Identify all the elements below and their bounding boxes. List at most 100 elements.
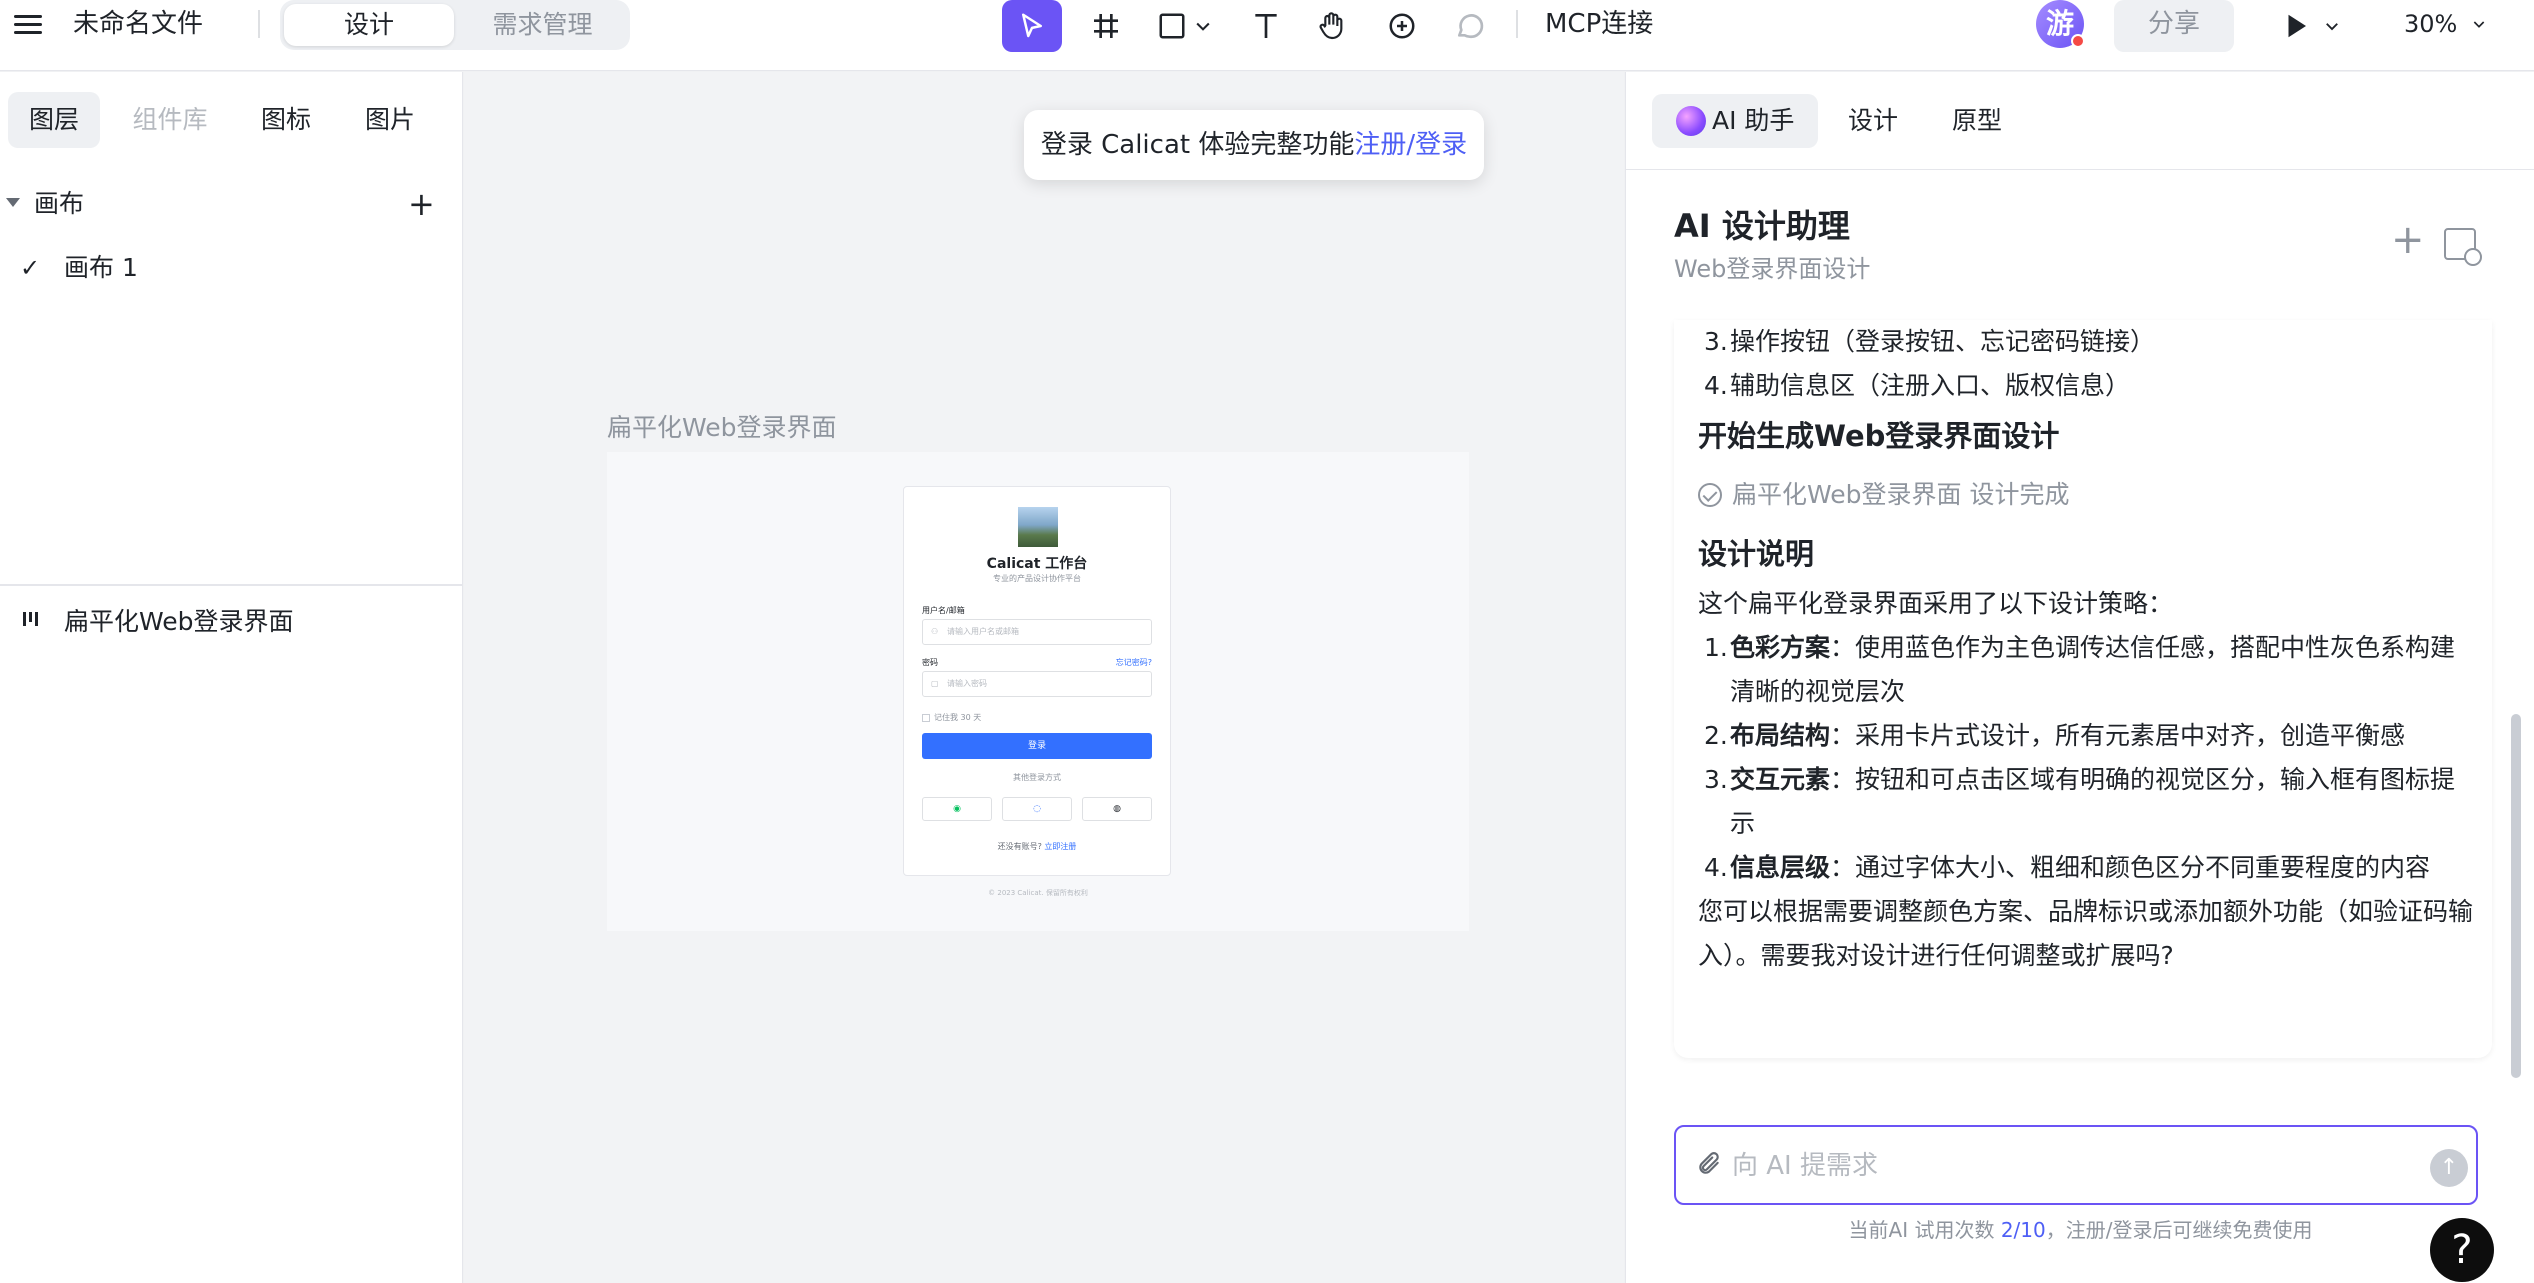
- add-canvas-icon[interactable]: +: [408, 182, 435, 226]
- card-title: Calicat 工作台: [986, 556, 1088, 572]
- point-text: ：按钮和可点击区域有明确的视觉区分，输入框有图标提示: [1730, 765, 2456, 838]
- canvas-list-item[interactable]: ✓ 画布 1: [0, 246, 463, 290]
- shape-tool[interactable]: [1152, 0, 1218, 52]
- tab-icons[interactable]: 图标: [240, 92, 332, 148]
- login-banner: 登录 Calicat 体验完整功能注册/登录: [1024, 110, 1484, 180]
- list-num: 1.: [1704, 633, 1728, 662]
- divider: [0, 584, 463, 586]
- list-num: 3.: [1704, 765, 1728, 794]
- tab-images[interactable]: 图片: [344, 92, 436, 148]
- check-icon: ✓: [20, 254, 41, 282]
- tab-design[interactable]: 设计: [284, 4, 454, 46]
- remember-label: 记住我 30 天: [934, 713, 982, 722]
- zoom-value: 30%: [2404, 10, 2458, 38]
- divider: [258, 10, 260, 38]
- play-icon: [2288, 14, 2306, 38]
- card-login-button: 登录: [922, 733, 1152, 759]
- comment-tool[interactable]: [1450, 0, 1490, 52]
- tab-ai-assistant[interactable]: AI 助手: [1652, 94, 1818, 148]
- password-placeholder: 请输入密码: [947, 679, 987, 688]
- point-text: ：采用卡片式设计，所有元素居中对齐，创造平衡感: [1830, 721, 2406, 750]
- list-item: 2. 布局结构：采用卡片式设计，所有元素居中对齐，创造平衡感: [1698, 714, 2478, 758]
- history-icon[interactable]: [2444, 228, 2482, 266]
- ai-prompt-box[interactable]: ↑: [1674, 1125, 2478, 1205]
- divider: [1516, 10, 1518, 38]
- frame-title[interactable]: 扁平化Web登录界面: [607, 410, 837, 446]
- done-text: 扁平化Web登录界面 设计完成: [1732, 480, 2070, 509]
- mcp-connect-button[interactable]: MCP连接: [1545, 4, 1653, 44]
- tab-components[interactable]: 组件库: [122, 92, 218, 148]
- tab-design-props[interactable]: 设计: [1848, 94, 1918, 148]
- username-placeholder: 请输入用户名或邮箱: [947, 627, 1019, 636]
- tab-prototype[interactable]: 原型: [1952, 94, 2022, 148]
- check-circle-icon: [1698, 483, 1722, 507]
- cursor-arrow-icon: [1022, 13, 1042, 38]
- layer-label: 扁平化Web登录界面: [64, 607, 294, 636]
- chat-heading: 设计说明: [1698, 537, 1815, 571]
- username-input: ⚇ 请输入用户名或邮箱: [922, 619, 1152, 645]
- tab-layers[interactable]: 图层: [8, 92, 100, 148]
- send-arrow-icon[interactable]: ↑: [2430, 1149, 2468, 1187]
- assistant-title: AI 设计助理: [1674, 207, 1850, 245]
- hash-frame-icon: [1094, 14, 1118, 38]
- file-title[interactable]: 未命名文件: [73, 4, 203, 44]
- design-frame[interactable]: Calicat 工作台 专业的产品设计协作平台 用户名/邮箱 ⚇ 请输入用户名或…: [607, 452, 1469, 931]
- comment-bubble-icon: [1458, 14, 1484, 39]
- divider: [1626, 169, 2534, 170]
- lock-icon: ▢: [931, 679, 939, 688]
- point-title: 色彩方案: [1730, 633, 1831, 662]
- canvas-section-header[interactable]: 画布 +: [0, 182, 463, 226]
- point-text: ：使用蓝色作为主色调传达信任感，搭配中性灰色系构建清晰的视觉层次: [1730, 633, 2456, 706]
- preview-play-button[interactable]: [2276, 0, 2346, 52]
- qq-icon: ◌: [1002, 797, 1072, 821]
- github-icon: ◍: [1082, 797, 1152, 821]
- tab-requirements[interactable]: 需求管理: [460, 4, 625, 46]
- list-item: 3. 交互元素：按钮和可点击区域有明确的视觉区分，输入框有图标提示: [1698, 758, 2478, 846]
- quota-count: 2/10: [2000, 1218, 2046, 1242]
- text-tool[interactable]: [1246, 0, 1286, 52]
- help-button[interactable]: ?: [2430, 1218, 2494, 1282]
- card-copyright: © 2023 Calicat. 保留所有权利: [988, 889, 1088, 897]
- right-panel: AI 助手 设计 原型 AI 设计助理 Web登录界面设计 + 3. 操作按钮（登…: [1625, 72, 2534, 1283]
- chat-scrollbar[interactable]: [2511, 714, 2521, 1078]
- canvas-section-label: 画布: [34, 189, 85, 218]
- collapse-triangle-icon[interactable]: [6, 198, 20, 207]
- list-text: 辅助信息区（注册入口、版权信息）: [1730, 371, 2131, 400]
- new-chat-icon[interactable]: +: [2391, 220, 2425, 260]
- chat-paragraph: 您可以根据需要调整颜色方案、品牌标识或添加额外功能（如验证码输入）。需要我对设计…: [1698, 897, 2474, 970]
- list-item: 4. 信息层级：通过字体大小、粗细和颜色区分不同重要程度的内容: [1698, 846, 2478, 890]
- attachment-icon[interactable]: [1696, 1151, 1722, 1184]
- password-label: 密码: [922, 658, 938, 667]
- menu-icon[interactable]: [14, 10, 42, 38]
- layer-item[interactable]: 扁平化Web登录界面: [0, 600, 463, 644]
- chat-paragraph: 这个扁平化登录界面采用了以下设计策略：: [1698, 589, 2174, 618]
- select-tool[interactable]: [1002, 0, 1062, 52]
- share-button[interactable]: 分享: [2114, 0, 2234, 52]
- component-tool[interactable]: [1382, 0, 1422, 52]
- ai-sparkle-icon: [1676, 106, 1706, 136]
- list-num: 4.: [1704, 853, 1728, 882]
- logo-image: [1018, 507, 1058, 547]
- ai-prompt-input[interactable]: [1732, 1145, 2392, 1187]
- username-label: 用户名/邮箱: [922, 606, 965, 615]
- wechat-icon: ◉: [922, 797, 992, 821]
- list-text: 操作按钮（登录按钮、忘记密码链接）: [1730, 327, 2156, 356]
- register-text: 还没有账号?: [997, 842, 1042, 851]
- list-item: 1. 色彩方案：使用蓝色作为主色调传达信任感，搭配中性灰色系构建清晰的视觉层次: [1698, 626, 2478, 714]
- chevron-down-icon: [2473, 21, 2485, 28]
- rectangle-icon: [1159, 13, 1185, 39]
- list-item: 3. 操作按钮（登录按钮、忘记密码链接）: [1698, 320, 2478, 364]
- design-complete-status[interactable]: 扁平化Web登录界面 设计完成: [1698, 464, 2478, 526]
- quota-prefix: 当前AI 试用次数: [1848, 1218, 2001, 1242]
- assistant-subtitle: Web登录界面设计: [1674, 255, 1871, 283]
- frame-tool[interactable]: [1084, 0, 1128, 52]
- register-row: 还没有账号? 立即注册: [904, 841, 1170, 852]
- hand-tool[interactable]: [1312, 0, 1352, 52]
- zoom-level-dropdown[interactable]: 30%: [2404, 4, 2487, 44]
- remember-checkbox: 记住我 30 天: [922, 712, 981, 723]
- register-link: 立即注册: [1044, 842, 1077, 851]
- point-title: 交互元素: [1730, 765, 1831, 794]
- chat-heading: 开始生成Web登录界面设计: [1698, 419, 2060, 453]
- frame-layer-icon: [23, 612, 38, 626]
- banner-register-link[interactable]: 注册/登录: [1354, 130, 1467, 160]
